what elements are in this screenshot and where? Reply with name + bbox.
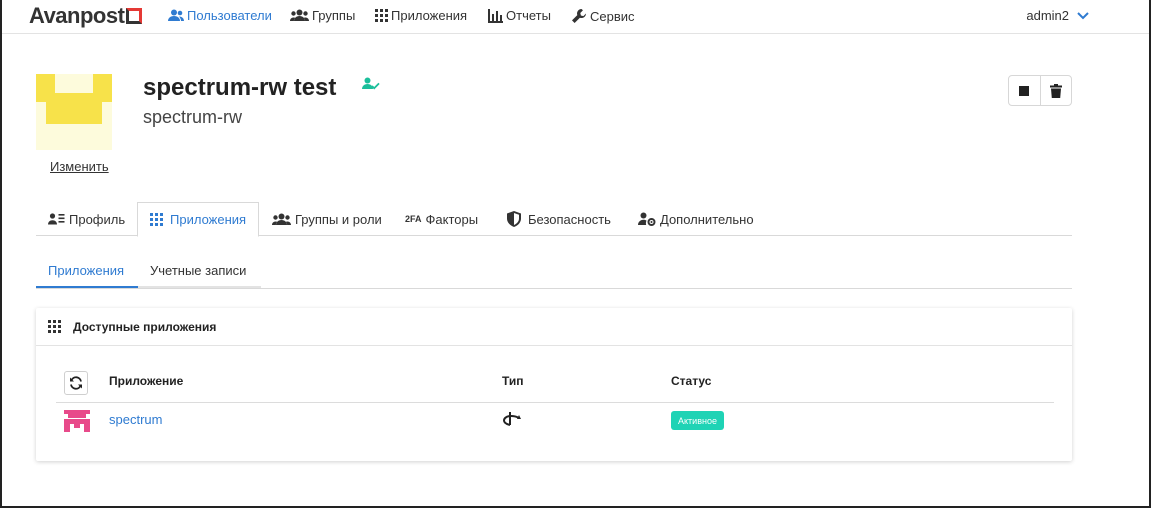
header-actions [1008, 75, 1072, 106]
available-apps-card: Доступные приложения Приложение Тип Стат… [36, 308, 1072, 461]
card-header: Доступные приложения [36, 308, 1072, 346]
subtab-applications-label: Приложения [48, 262, 125, 278]
status-badge: Активное [671, 411, 724, 430]
change-avatar-link[interactable]: Изменить [50, 159, 109, 174]
tab-security-label: Безопасность [528, 211, 611, 227]
bar-chart-icon [488, 8, 503, 23]
column-header-application: Приложение [109, 374, 184, 388]
page-title: spectrum-rw test [143, 74, 337, 101]
user-name: admin2 [1026, 8, 1069, 23]
logo-text: Avanpost [29, 3, 125, 28]
subtab-accounts-label: Учетные записи [150, 262, 247, 278]
tab-profile[interactable]: Профиль [36, 202, 137, 236]
column-header-type: Тип [502, 374, 524, 388]
block-button[interactable] [1009, 76, 1040, 105]
table-divider [56, 402, 1054, 403]
avatar [36, 74, 112, 150]
tab-applications-label: Приложения [170, 212, 247, 227]
nav-reports[interactable]: Отчеты [488, 8, 551, 23]
nav-reports-label: Отчеты [506, 8, 551, 23]
tab-profile-label: Профиль [69, 211, 126, 227]
tab-factors[interactable]: 2FA Факторы [393, 202, 490, 236]
app-identicon [64, 410, 90, 435]
nav-apps-label: Приложения [391, 8, 468, 23]
nav-groups[interactable]: Группы [290, 8, 355, 23]
groups-icon [272, 213, 291, 225]
chevron-down-icon [1077, 11, 1089, 19]
profile-tabs: Профиль Приложения Группы и роли 2FA Фак… [36, 202, 1072, 237]
logo[interactable]: Avanpost [29, 3, 143, 28]
tab-additional-label: Дополнительно [660, 211, 754, 227]
user-menu[interactable]: admin2 [1026, 8, 1089, 23]
groups-icon [290, 9, 309, 21]
tab-factors-label: Факторы [425, 211, 479, 227]
refresh-button[interactable] [64, 371, 88, 395]
tab-applications[interactable]: Приложения [137, 202, 260, 237]
column-header-status: Статус [671, 374, 712, 388]
trash-icon [1049, 83, 1062, 98]
grid-icon [375, 9, 388, 22]
tab-groups-roles-label: Группы и роли [295, 211, 382, 227]
users-icon [168, 9, 184, 21]
verified-user-icon [362, 77, 380, 94]
nav-groups-label: Группы [312, 8, 356, 23]
refresh-icon [70, 376, 82, 390]
stop-icon [1019, 85, 1030, 96]
delete-button[interactable] [1039, 76, 1071, 105]
tab-additional[interactable]: Дополнительно [626, 202, 766, 236]
wrench-icon [572, 9, 586, 23]
tab-groups-roles[interactable]: Группы и роли [260, 202, 394, 236]
subtab-accounts[interactable]: Учетные записи [138, 254, 261, 288]
top-navbar: Avanpost Пользователи Группы Приложения … [0, 0, 1151, 34]
application-subtabs: Приложения Учетные записи [36, 254, 1072, 289]
app-link[interactable]: spectrum [109, 412, 162, 427]
page-subtitle: spectrum-rw [143, 107, 243, 127]
openid-icon [502, 410, 522, 429]
grid-icon [48, 320, 61, 333]
nav-users[interactable]: Пользователи [168, 8, 272, 23]
2fa-icon: 2FA [405, 214, 422, 224]
nav-users-label: Пользователи [187, 8, 272, 23]
nav-service-label: Сервис [590, 8, 635, 24]
shield-icon [507, 211, 521, 227]
nav-apps[interactable]: Приложения [375, 8, 467, 23]
avatar-identicon [36, 74, 112, 150]
logo-mark-icon [126, 8, 143, 24]
grid-icon [150, 213, 163, 226]
nav-service[interactable]: Сервис [571, 8, 635, 24]
profile-icon [48, 213, 65, 225]
tab-security[interactable]: Безопасность [495, 202, 623, 236]
subtab-applications[interactable]: Приложения [36, 254, 138, 288]
user-gear-icon [638, 212, 656, 226]
card-title: Доступные приложения [73, 319, 217, 334]
